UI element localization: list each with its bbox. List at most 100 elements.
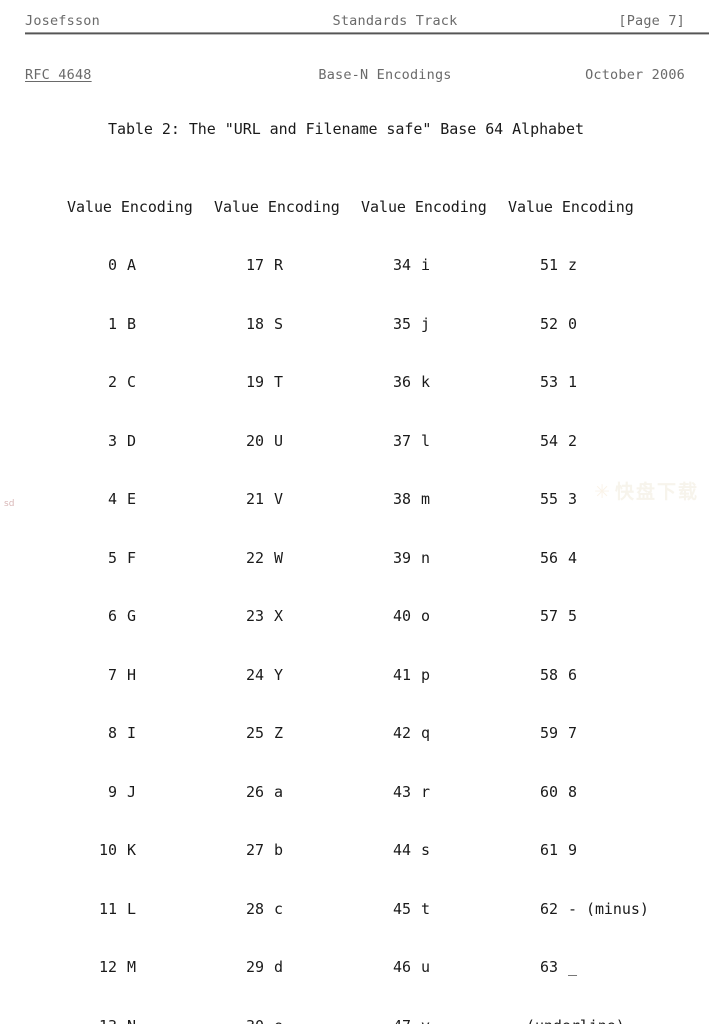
cell-encoding: C	[117, 373, 136, 393]
table-row: 564	[508, 549, 698, 569]
cell-encoding: 2	[558, 432, 577, 452]
cell-encoding: a	[264, 783, 283, 803]
cell-value: 18	[214, 315, 264, 335]
table-row: 13N	[67, 1017, 214, 1024]
table-row: 1B	[67, 315, 214, 335]
cell-value: 46	[361, 958, 411, 978]
cell-value: 37	[361, 432, 411, 452]
table-row: 46u	[361, 958, 508, 978]
cell-value: 29	[214, 958, 264, 978]
cell-encoding: n	[411, 549, 430, 569]
table-row: 47v	[361, 1017, 508, 1024]
rfc-number-link[interactable]: RFC 4648	[25, 67, 92, 83]
cell-value: 9	[67, 783, 117, 803]
table-row: 38m	[361, 490, 508, 510]
table-row: 0A	[67, 256, 214, 276]
watermark: ✳快盘下载	[594, 477, 699, 504]
cell-value: 54	[508, 432, 558, 452]
column-header-3: Value Encoding	[361, 198, 508, 218]
table-row: 26a	[214, 783, 361, 803]
table-row: 41p	[361, 666, 508, 686]
cell-value: 27	[214, 841, 264, 861]
cell-value: 20	[214, 432, 264, 452]
table-column-3: Value Encoding 34i 35j 36k 37l 38m 39n 4…	[361, 159, 508, 1024]
cell-encoding: A	[117, 256, 136, 276]
header-divider-rule	[25, 32, 709, 35]
table-column-4: Value Encoding 51z 520 531 542 553 564 5…	[508, 159, 698, 1024]
cell-encoding: 0	[558, 315, 577, 335]
cell-encoding: H	[117, 666, 136, 686]
cell-value: 0	[67, 256, 117, 276]
table-row: 39n	[361, 549, 508, 569]
column-header-4: Value Encoding	[508, 198, 698, 218]
table-row: 597	[508, 724, 698, 744]
table-row: 619	[508, 841, 698, 861]
cell-value: 53	[508, 373, 558, 393]
cell-value: 28	[214, 900, 264, 920]
cell-encoding: M	[117, 958, 136, 978]
cell-value: 41	[361, 666, 411, 686]
table-row: 25Z	[214, 724, 361, 744]
cell-encoding: G	[117, 607, 136, 627]
table-row: 4E	[67, 490, 214, 510]
cell-encoding: 8	[558, 783, 577, 803]
cell-value: 3	[67, 432, 117, 452]
cell-encoding: l	[411, 432, 430, 452]
table-row: 19T	[214, 373, 361, 393]
cell-encoding: I	[117, 724, 136, 744]
table-row: 45t	[361, 900, 508, 920]
table-row: 20U	[214, 432, 361, 452]
table-row: 520	[508, 315, 698, 335]
cell-encoding: E	[117, 490, 136, 510]
cell-encoding: q	[411, 724, 430, 744]
cell-value: 52	[508, 315, 558, 335]
column-header-1: Value Encoding	[67, 198, 214, 218]
cell-value: 13	[67, 1017, 117, 1024]
table-column-1: Value Encoding 0A 1B 2C 3D 4E 5F 6G 7H 8…	[67, 159, 214, 1024]
cell-value: 51	[508, 256, 558, 276]
cell-value: 2	[67, 373, 117, 393]
cell-encoding: c	[264, 900, 283, 920]
cell-value: 8	[67, 724, 117, 744]
table-row: 531	[508, 373, 698, 393]
cell-encoding: v	[411, 1017, 430, 1024]
table-row: 586	[508, 666, 698, 686]
cell-value: 6	[67, 607, 117, 627]
cell-encoding: K	[117, 841, 136, 861]
cell-encoding: 5	[558, 607, 577, 627]
table-row: 10K	[67, 841, 214, 861]
cell-value: 39	[361, 549, 411, 569]
cell-encoding: R	[264, 256, 283, 276]
cell-value: 61	[508, 841, 558, 861]
cell-encoding: 9	[558, 841, 577, 861]
table-row: 37l	[361, 432, 508, 452]
cell-encoding: k	[411, 373, 430, 393]
table-column-2: Value Encoding 17R 18S 19T 20U 21V 22W 2…	[214, 159, 361, 1024]
rfc-doc-title: Base-N Encodings	[265, 67, 505, 83]
cell-encoding: 1	[558, 373, 577, 393]
cell-value: 10	[67, 841, 117, 861]
cell-value: 5	[67, 549, 117, 569]
table-row: 29d	[214, 958, 361, 978]
cell-value: 4	[67, 490, 117, 510]
table-title: Table 2: The "URL and Filename safe" Bas…	[0, 120, 709, 140]
cell-value: 59	[508, 724, 558, 744]
page-header: Josefsson Standards Track [Page 7]	[25, 10, 685, 32]
cell-encoding: t	[411, 900, 430, 920]
cell-encoding: p	[411, 666, 430, 686]
cell-value: 17	[214, 256, 264, 276]
table-row: 608	[508, 783, 698, 803]
cell-value: 56	[508, 549, 558, 569]
table-2-block: Table 2: The "URL and Filename safe" Bas…	[0, 120, 709, 1024]
table-row: 44s	[361, 841, 508, 861]
cell-value: 23	[214, 607, 264, 627]
table-row: 5F	[67, 549, 214, 569]
table-row: 51z	[508, 256, 698, 276]
table-row: 42q	[361, 724, 508, 744]
watermark-text: 快盘下载	[615, 481, 699, 503]
cell-encoding: X	[264, 607, 283, 627]
cell-encoding: j	[411, 315, 430, 335]
cell-value: 22	[214, 549, 264, 569]
table-columns-grid: Value Encoding 0A 1B 2C 3D 4E 5F 6G 7H 8…	[0, 159, 709, 1024]
table-row: 35j	[361, 315, 508, 335]
